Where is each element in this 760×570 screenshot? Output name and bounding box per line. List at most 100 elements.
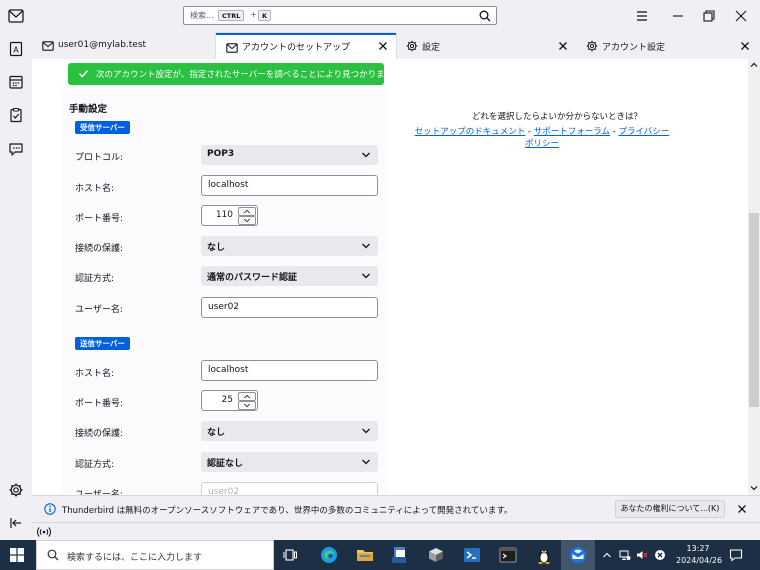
settings-gear-icon[interactable] (8, 482, 24, 498)
tab-account-settings[interactable]: アカウント設定 (576, 33, 760, 59)
error-circle-icon[interactable] (654, 549, 666, 561)
incoming-auth-label: 認証方式: (75, 274, 115, 284)
edge-icon[interactable] (319, 545, 339, 565)
online-status-icon[interactable] (37, 526, 51, 538)
notification-center-icon[interactable] (729, 548, 743, 562)
chat-icon[interactable] (8, 141, 24, 157)
input-value: localhost (208, 180, 249, 190)
scrollbar-thumb[interactable] (749, 213, 759, 407)
close-tab-icon[interactable] (376, 39, 390, 53)
close-icon[interactable] (735, 502, 749, 516)
restore-icon[interactable] (699, 6, 719, 26)
network-icon[interactable] (619, 549, 631, 561)
document-app-icon[interactable] (390, 545, 410, 565)
minimize-icon[interactable] (668, 6, 688, 26)
incoming-protocol-label: プロトコル: (75, 153, 124, 163)
incoming-host-input[interactable]: localhost (201, 175, 378, 196)
shortcut-key: K (258, 10, 272, 21)
tasks-icon[interactable] (8, 107, 24, 123)
app-menu-icon[interactable] (632, 6, 652, 26)
setup-docs-link[interactable]: セットアップのドキュメント (415, 127, 526, 137)
outgoing-user-input[interactable]: user02 (201, 482, 378, 495)
outgoing-host-input[interactable]: localhost (201, 360, 378, 381)
decrement-icon[interactable] (238, 401, 256, 410)
shortcut-plus: + (250, 10, 257, 19)
select-value: POP3 (207, 149, 235, 159)
clock-time: 13:27 (686, 544, 710, 553)
tab-label: アカウント設定 (602, 43, 666, 53)
account-setup-content: 次のアカウント設定が、指定されたサーバーを調べることにより見つかりました: 手動… (32, 59, 760, 495)
linux-penguin-icon[interactable] (534, 545, 554, 565)
incoming-user-input[interactable]: user02 (201, 297, 378, 318)
info-icon (44, 503, 56, 515)
help-question: どれを選択したらよいか分からないときは？ (471, 112, 642, 122)
package-icon[interactable] (426, 545, 446, 565)
stepper-value: 110 (215, 210, 233, 220)
chevron-up-icon[interactable] (601, 549, 613, 561)
incoming-security-label: 接続の保護: (75, 244, 124, 254)
increment-icon[interactable] (238, 392, 256, 401)
svg-text:A: A (13, 46, 19, 55)
notice-text: 次のアカウント設定が、指定されたサーバーを調べることにより見つかりました: (96, 70, 405, 80)
mail-icon (226, 43, 238, 53)
windows-start-icon[interactable] (10, 548, 24, 562)
spaces-toolbar: A (0, 33, 32, 540)
global-search-input[interactable]: 検索... CTRL + K (183, 6, 497, 25)
incoming-port-stepper[interactable]: 110 (201, 205, 258, 226)
system-clock[interactable]: 13:27 2024/04/26 (676, 543, 723, 567)
gear-icon (406, 40, 418, 52)
outgoing-port-stepper[interactable]: 25 (201, 390, 258, 411)
search-icon[interactable] (479, 10, 491, 22)
chevron-down-icon (362, 428, 370, 434)
incoming-protocol-select[interactable]: POP3 (201, 145, 378, 165)
increment-icon[interactable] (238, 207, 256, 216)
incoming-auth-select[interactable]: 通常のパスワード認証 (201, 266, 378, 286)
calendar-icon[interactable] (8, 74, 24, 90)
scroll-down-icon[interactable] (749, 483, 759, 493)
help-link-row: セットアップのドキュメント - サポートフォーラム - プライバシーポリシー (415, 127, 670, 149)
mail-icon[interactable] (8, 9, 24, 23)
content-scrollbar[interactable] (748, 59, 760, 495)
search-placeholder: 検索... (190, 11, 214, 20)
terminal-icon[interactable] (498, 545, 518, 565)
tab-account-setup[interactable]: アカウントのセットアップ (216, 33, 396, 59)
outgoing-auth-select[interactable]: 認証なし (201, 452, 378, 472)
incoming-host-label: ホスト名: (75, 184, 115, 194)
close-tab-icon[interactable] (556, 39, 570, 53)
powershell-icon[interactable] (462, 545, 482, 565)
collapse-sidebar-icon[interactable] (8, 515, 24, 531)
outgoing-security-select[interactable]: なし (201, 421, 378, 441)
outgoing-security-label: 接続の保護: (75, 429, 124, 439)
help-links: どれを選択したらよいか分からないときは？ セットアップのドキュメント - サポー… (412, 110, 672, 149)
outgoing-auth-label: 認証方式: (75, 460, 115, 470)
scroll-up-icon[interactable] (749, 60, 759, 70)
outgoing-port-label: ポート番号: (75, 399, 124, 409)
tab-bar: user01@mylab.test アカウントのセットアップ 設定 アカウント設… (32, 33, 760, 59)
select-value: なし (207, 243, 226, 253)
thunderbird-icon[interactable] (568, 545, 588, 565)
stepper-value: 25 (221, 395, 233, 405)
select-value: 通常のパスワード認証 (207, 273, 298, 283)
address-book-icon[interactable]: A (8, 41, 24, 57)
close-tab-icon[interactable] (738, 39, 752, 53)
tab-inbox[interactable]: user01@mylab.test (32, 33, 214, 59)
outgoing-host-label: ホスト名: (75, 369, 115, 379)
decrement-icon[interactable] (238, 216, 256, 225)
close-window-icon[interactable] (731, 6, 751, 26)
know-your-rights-button[interactable]: あなたの権利について...(K) (615, 500, 725, 518)
chevron-down-icon (362, 273, 370, 279)
task-view-icon[interactable] (281, 545, 301, 565)
thunderbird-window: 検索... CTRL + K A user01@mylab.test アカウント… (0, 0, 760, 540)
tab-settings[interactable]: 設定 (396, 33, 576, 59)
title-bar: 検索... CTRL + K (0, 0, 760, 33)
mail-icon (42, 41, 54, 51)
input-value: user02 (208, 487, 240, 495)
clock-date: 2024/04/26 (676, 556, 723, 565)
volume-muted-icon[interactable] (636, 549, 648, 561)
incoming-security-select[interactable]: なし (201, 236, 378, 256)
file-explorer-icon[interactable] (355, 545, 375, 565)
input-value: localhost (208, 365, 249, 375)
notification-text: Thunderbird は無料のオープンソースソフトウェアであり、世界中の多数の… (62, 506, 513, 516)
support-forum-link[interactable]: サポートフォーラム (534, 127, 610, 137)
taskbar-search-box[interactable]: 検索するには、ここに入力します (36, 540, 274, 570)
